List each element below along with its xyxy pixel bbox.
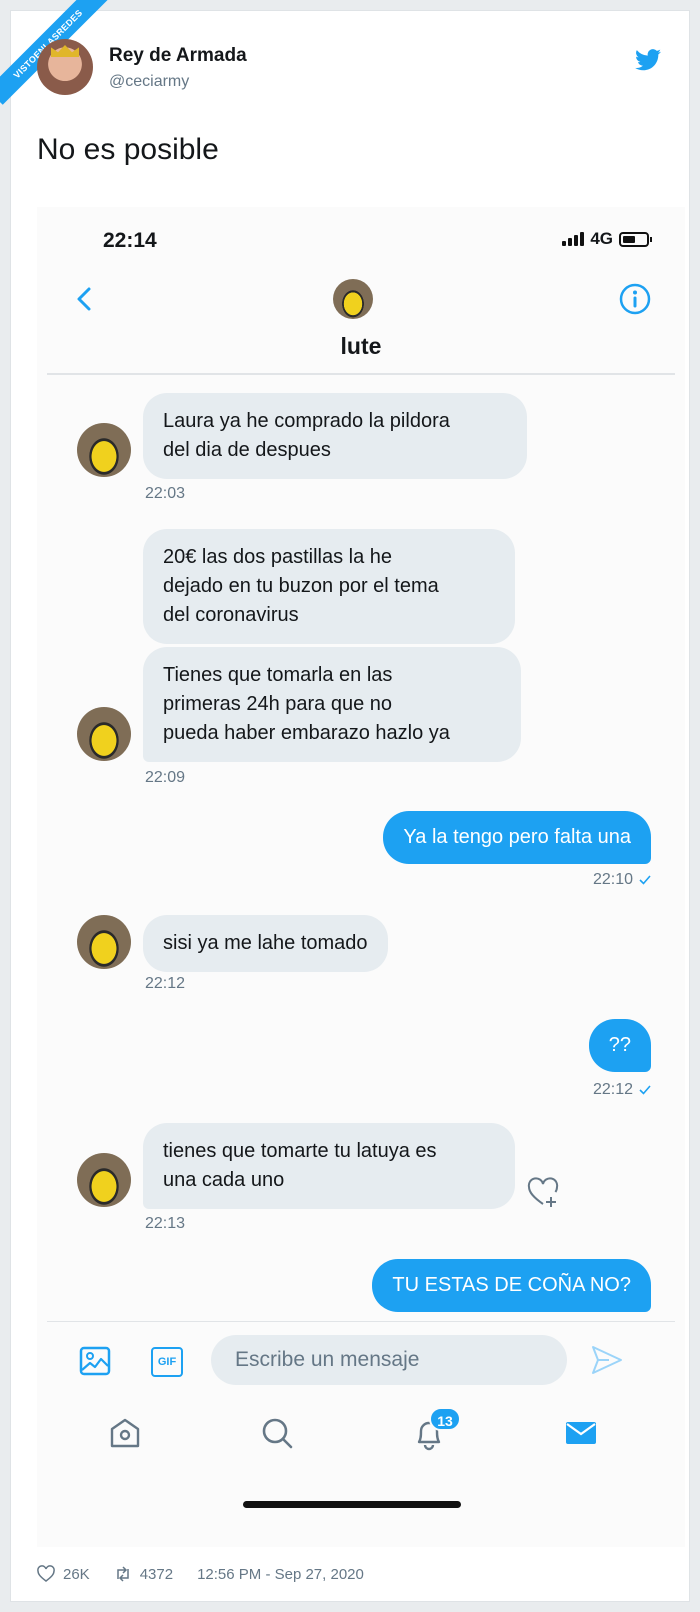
gif-button[interactable]: GIF [151, 1347, 183, 1377]
retweet-icon[interactable] [114, 1565, 132, 1583]
message-time: 22:03 [145, 485, 186, 502]
message-time: 22:12 [145, 975, 186, 992]
signal-icon [562, 232, 585, 246]
message-avatar[interactable] [77, 423, 131, 477]
message-line: 20€ las dos pastillas la he [163, 546, 393, 568]
message-time-outgoing: 22:12 [593, 1081, 651, 1099]
message-input[interactable] [211, 1335, 567, 1385]
search-icon[interactable] [259, 1415, 295, 1451]
back-icon[interactable] [71, 285, 99, 313]
crown-icon [51, 45, 79, 57]
status-time: 22:14 [103, 229, 157, 252]
image-icon[interactable] [79, 1345, 111, 1377]
tweet-header: Rey de Armada @ceciarmy [37, 39, 677, 103]
message-bubble-incoming[interactable]: 20€ las dos pastillas la he dejado en tu… [143, 529, 515, 644]
message-avatar[interactable] [77, 707, 131, 761]
message-avatar[interactable] [77, 915, 131, 969]
twitter-bird-icon[interactable] [635, 49, 661, 71]
message-line: dejado en tu buzon por el tema [163, 575, 439, 597]
send-icon[interactable] [591, 1345, 623, 1375]
message-line: Tienes que tomarla en las [163, 664, 393, 686]
heart-add-icon[interactable] [527, 1177, 561, 1209]
author-handle[interactable]: @ceciarmy [109, 73, 189, 91]
status-indicators: 4G [562, 229, 652, 249]
message-avatar[interactable] [77, 1153, 131, 1207]
message-time-outgoing: 22:10 [593, 871, 651, 889]
message-bubble-incoming[interactable]: sisi ya me lahe tomado [143, 915, 388, 972]
sent-check-icon [639, 1085, 651, 1095]
message-time: 22:09 [145, 769, 186, 786]
battery-icon [619, 231, 652, 247]
message-time: 22:12 [592, 1081, 633, 1098]
like-count: 26K [63, 1565, 90, 1583]
tweet-timestamp[interactable]: 12:56 PM - Sep 27, 2020 [197, 1566, 364, 1583]
contact-name[interactable]: lute [37, 333, 685, 360]
author-name[interactable]: Rey de Armada [109, 45, 247, 67]
message-bubble-outgoing[interactable]: TU ESTAS DE COÑA NO? [372, 1259, 651, 1312]
network-label: 4G [590, 229, 613, 248]
tweet-card: VISTOENLASREDES Rey de Armada @ceciarmy … [0, 0, 690, 1602]
home-icon[interactable] [107, 1415, 143, 1451]
message-bubble-outgoing[interactable]: Ya la tengo pero falta una [383, 811, 651, 864]
header-divider [47, 373, 675, 375]
messages-icon[interactable] [563, 1415, 599, 1451]
message-time: 22:13 [145, 1215, 186, 1232]
message-line: tienes que tomarte tu latuya es [163, 1140, 437, 1162]
notifications-badge: 13 [429, 1407, 461, 1431]
compose-divider [47, 1321, 675, 1322]
phone-screenshot: 22:14 4G lute Laura ya he comprado la pi… [37, 207, 685, 1547]
retweet-count: 4372 [139, 1565, 174, 1583]
message-bubble-incoming[interactable]: tienes que tomarte tu latuya es una cada… [143, 1123, 515, 1209]
message-line: Laura ya he comprado la pildora [163, 410, 450, 432]
message-line: primeras 24h para que no [163, 693, 393, 715]
author-avatar[interactable] [37, 39, 93, 95]
tweet-text: No es posible [37, 133, 219, 166]
message-line: una cada uno [163, 1169, 285, 1191]
tweet-footer: 26K 4372 12:56 PM - Sep 27, 2020 [37, 1565, 364, 1583]
like-icon[interactable] [37, 1565, 55, 1583]
info-icon[interactable] [619, 283, 651, 315]
sent-check-icon [639, 875, 651, 885]
message-bubble-incoming[interactable]: Tienes que tomarla en las primeras 24h p… [143, 647, 521, 762]
message-bubble-incoming[interactable]: Laura ya he comprado la pildora del dia … [143, 393, 527, 479]
home-indicator [243, 1501, 461, 1508]
message-line: del coronavirus [163, 604, 299, 626]
message-time: 22:10 [592, 871, 633, 888]
message-line: pueda haber embarazo hazlo ya [163, 722, 450, 744]
message-line: del dia de despues [163, 439, 331, 461]
message-bubble-outgoing[interactable]: ?? [588, 1019, 651, 1072]
contact-avatar[interactable] [333, 279, 373, 319]
